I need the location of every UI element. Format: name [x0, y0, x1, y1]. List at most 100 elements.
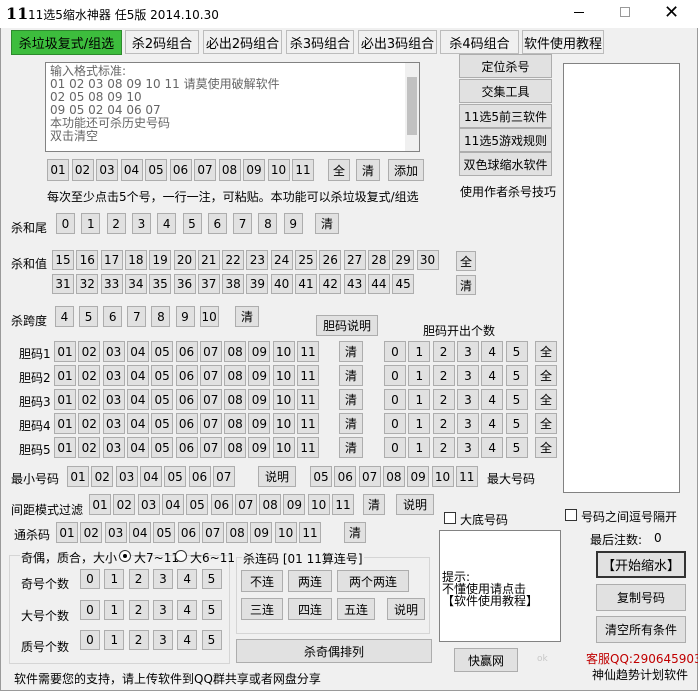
he-zhi-button-6[interactable]: 37	[197, 274, 220, 294]
max-num-button-3[interactable]: 08	[382, 466, 405, 487]
danma-1-count-button-2[interactable]: 2	[432, 341, 455, 362]
he-wei-clear-button[interactable]: 清	[315, 213, 339, 234]
he-wei-button-6[interactable]: 6	[207, 213, 227, 234]
danma-1-count-button-0[interactable]: 0	[384, 341, 406, 362]
jianju-button-9[interactable]: 10	[307, 494, 330, 515]
number-textarea[interactable]: 输入格式标准: 01 02 03 08 09 10 11 请莫使用破解软件 02…	[45, 62, 420, 152]
comma-checkbox[interactable]	[565, 509, 577, 521]
min-num-button-4[interactable]: 05	[164, 466, 187, 487]
clear-all-button[interactable]: 清空所有条件	[596, 616, 686, 643]
he-wei-button-3[interactable]: 3	[131, 213, 151, 234]
danma-5-button-8[interactable]: 09	[248, 437, 271, 458]
danma-3-button-6[interactable]: 07	[199, 389, 222, 410]
danma-1-button-6[interactable]: 07	[199, 341, 222, 362]
max-num-button-4[interactable]: 09	[407, 466, 430, 487]
jianju-button-4[interactable]: 05	[186, 494, 209, 515]
danma-5-button-4[interactable]: 05	[151, 437, 174, 458]
no-consecutive-button[interactable]: 不连	[241, 570, 283, 592]
danma-4-button-1[interactable]: 02	[78, 413, 101, 434]
danma-2-button-8[interactable]: 09	[248, 365, 271, 386]
jianju-button-2[interactable]: 03	[137, 494, 160, 515]
danma-2-button-3[interactable]: 04	[126, 365, 149, 386]
danma-3-clear-button[interactable]: 清	[339, 389, 363, 410]
tongsha-clear-button[interactable]: 清	[344, 522, 366, 543]
kua-du-button-1[interactable]: 5	[79, 306, 99, 327]
jianju-clear-button[interactable]: 清	[363, 494, 385, 515]
he-wei-button-8[interactable]: 8	[258, 213, 278, 234]
he-wei-button-1[interactable]: 1	[81, 213, 101, 234]
jianju-button-5[interactable]: 06	[210, 494, 233, 515]
radio-big-7[interactable]	[119, 550, 131, 562]
danma-2-button-4[interactable]: 05	[151, 365, 174, 386]
dadi-checkbox[interactable]	[444, 512, 456, 524]
danma-5-button-6[interactable]: 07	[199, 437, 222, 458]
tab-kill-4[interactable]: 杀4码组合	[440, 30, 519, 54]
danma-5-all-button[interactable]: 全	[535, 437, 557, 458]
input-num-button-4[interactable]: 05	[145, 159, 167, 181]
lianma-explain-button[interactable]: 说明	[387, 598, 425, 620]
danma-5-count-button-5[interactable]: 5	[505, 437, 528, 458]
he-zhi-button-10[interactable]: 25	[295, 250, 317, 270]
he-zhi-button-8[interactable]: 23	[246, 250, 269, 270]
input-num-button-7[interactable]: 08	[218, 159, 241, 181]
copy-button[interactable]: 复制号码	[596, 584, 686, 611]
danma-4-count-button-4[interactable]: 4	[481, 413, 504, 434]
input-num-button-1[interactable]: 02	[71, 159, 94, 181]
max-num-button-5[interactable]: 10	[431, 466, 454, 487]
he-zhi-button-1[interactable]: 32	[76, 274, 99, 294]
danma-5-count-button-0[interactable]: 0	[384, 437, 406, 458]
minimize-icon[interactable]	[574, 12, 584, 13]
kua-du-button-4[interactable]: 8	[151, 306, 171, 327]
input-num-button-5[interactable]: 06	[169, 159, 192, 181]
min-num-button-5[interactable]: 06	[188, 466, 211, 487]
danma-1-button-10[interactable]: 11	[297, 341, 319, 362]
intersection-tool-button[interactable]: 交集工具	[459, 79, 552, 103]
danma-4-all-button[interactable]: 全	[535, 413, 557, 434]
he-wei-button-5[interactable]: 5	[182, 213, 202, 234]
danma-4-button-0[interactable]: 01	[54, 413, 76, 434]
danma-1-button-8[interactable]: 09	[248, 341, 271, 362]
he-zhi-button-12[interactable]: 27	[343, 250, 366, 270]
danma-3-all-button[interactable]: 全	[535, 389, 557, 410]
four-consecutive-button[interactable]: 四连	[288, 598, 332, 620]
two-two-consecutive-button[interactable]: 两个两连	[337, 570, 409, 592]
danma-5-button-2[interactable]: 03	[102, 437, 125, 458]
he-zhi-button-4[interactable]: 19	[149, 250, 172, 270]
max-num-button-1[interactable]: 06	[334, 466, 357, 487]
max-num-button-0[interactable]: 05	[310, 466, 332, 487]
kua-du-button-5[interactable]: 9	[175, 306, 195, 327]
tongsha-button-6[interactable]: 07	[201, 522, 224, 543]
danma-1-button-0[interactable]: 01	[54, 341, 76, 362]
min-explain-button[interactable]: 说明	[258, 466, 296, 487]
jianju-button-0[interactable]: 01	[89, 494, 111, 515]
danma-2-button-0[interactable]: 01	[54, 365, 76, 386]
danma-3-button-10[interactable]: 11	[297, 389, 319, 410]
he-zhi-button-11[interactable]: 26	[319, 250, 342, 270]
danma-2-all-button[interactable]: 全	[535, 365, 557, 386]
maximize-icon[interactable]	[620, 7, 630, 17]
max-num-button-2[interactable]: 07	[358, 466, 381, 487]
danma-2-button-6[interactable]: 07	[199, 365, 222, 386]
danma-5-button-5[interactable]: 06	[175, 437, 198, 458]
danma-1-button-9[interactable]: 10	[272, 341, 295, 362]
danma-2-button-5[interactable]: 06	[175, 365, 198, 386]
textarea-scrollbar[interactable]	[405, 63, 419, 151]
danma-1-clear-button[interactable]: 清	[339, 341, 363, 362]
danma-3-button-5[interactable]: 06	[175, 389, 198, 410]
he-zhi-button-9[interactable]: 40	[270, 274, 293, 294]
jianju-button-6[interactable]: 07	[234, 494, 257, 515]
dadi-textarea[interactable]: 提示: 不懂使用请点击 【软件使用教程】	[439, 530, 561, 642]
danma-3-button-7[interactable]: 08	[224, 389, 247, 410]
he-zhi-button-3[interactable]: 34	[124, 274, 147, 294]
he-zhi-button-13[interactable]: 44	[367, 274, 390, 294]
tongsha-button-7[interactable]: 08	[226, 522, 249, 543]
kuaiying-button[interactable]: 快赢网	[454, 648, 518, 672]
danma-3-button-9[interactable]: 10	[272, 389, 295, 410]
danma-4-count-button-1[interactable]: 1	[408, 413, 431, 434]
he-zhi-all-button[interactable]: 全	[456, 251, 476, 271]
input-num-button-0[interactable]: 01	[47, 159, 69, 181]
he-zhi-button-14[interactable]: 45	[392, 274, 415, 294]
he-zhi-button-13[interactable]: 28	[367, 250, 390, 270]
min-num-button-6[interactable]: 07	[212, 466, 235, 487]
kua-du-button-3[interactable]: 7	[127, 306, 147, 327]
